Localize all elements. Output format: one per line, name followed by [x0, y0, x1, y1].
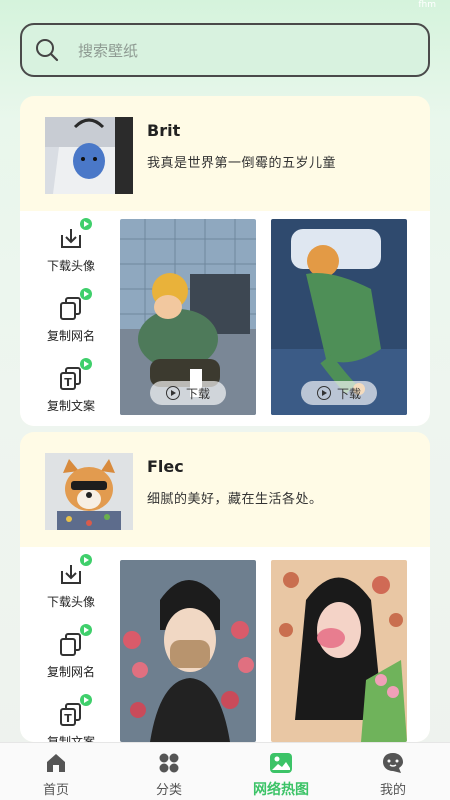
action-label: 复制网名: [46, 665, 95, 679]
copy-name-button[interactable]: 复制网名: [36, 288, 106, 344]
svg-text:T: T: [64, 712, 72, 725]
search-placeholder[interactable]: 搜索壁纸: [78, 40, 138, 61]
download-icon: [56, 218, 92, 253]
post-body: 下载头像 复制网名 T 复制文案: [20, 211, 430, 426]
copy-text-button[interactable]: T 复制文案: [36, 694, 106, 742]
action-label: 复制网名: [46, 329, 95, 343]
search-bar[interactable]: 搜索壁纸: [20, 23, 430, 77]
action-label: 复制文案: [46, 399, 95, 413]
play-badge-icon: [80, 288, 92, 300]
action-label: 复制文案: [46, 735, 95, 742]
play-badge-icon: [80, 358, 92, 370]
copy-icon: [56, 624, 92, 659]
download-avatar-button[interactable]: 下载头像: [36, 554, 106, 610]
post-card: Brit 我真是世界第一倒霉的五岁儿童 下载头像 复制网名 T 复制文案 下载 …: [20, 96, 430, 426]
copy-icon: [56, 288, 92, 323]
play-badge-icon: [80, 694, 92, 706]
action-label: 下载头像: [46, 259, 95, 273]
download-label: 下载: [336, 386, 361, 401]
download-avatar-button[interactable]: 下载头像: [36, 218, 106, 274]
author-name: Flec: [147, 457, 184, 476]
chat-bubble-icon: [381, 751, 405, 775]
svg-text:T: T: [64, 376, 72, 389]
avatar[interactable]: [45, 453, 133, 530]
tab-category[interactable]: 分类: [124, 751, 214, 798]
author-quote: 我真是世界第一倒霉的五岁儿童: [147, 156, 337, 171]
image-icon: [269, 751, 293, 775]
download-button[interactable]: 下载: [150, 381, 226, 405]
tab-mine[interactable]: 我的: [348, 751, 438, 798]
copy-name-button[interactable]: 复制网名: [36, 624, 106, 680]
author-name: Brit: [147, 121, 181, 140]
home-icon: [44, 751, 68, 775]
download-button[interactable]: 下载: [301, 381, 377, 405]
copy-text-button[interactable]: T 复制文案: [36, 358, 106, 414]
action-label: 下载头像: [46, 595, 95, 609]
post-body: 下载头像 复制网名 T 复制文案: [20, 547, 430, 742]
download-icon: [56, 554, 92, 589]
tab-label: 网络热图: [253, 782, 309, 798]
post-header: Brit 我真是世界第一倒霉的五岁儿童: [20, 96, 430, 211]
grid-icon: [157, 751, 181, 775]
wallpaper-thumbnail[interactable]: 下载: [271, 219, 407, 415]
wallpaper-thumbnail[interactable]: 下载: [120, 219, 256, 415]
copy-text-icon: T: [56, 694, 92, 729]
tab-label: 我的: [379, 783, 406, 798]
play-badge-icon: [80, 624, 92, 636]
play-icon: [316, 386, 331, 400]
post-card: Flec 细腻的美好，藏在生活各处。 下载头像 复制网名 T 复制文案: [20, 432, 430, 742]
download-label: 下载: [185, 386, 210, 401]
avatar[interactable]: [45, 117, 133, 194]
bottom-tab-bar: 首页 分类 网络热图 我的: [0, 742, 450, 800]
tab-label: 分类: [155, 783, 182, 798]
play-badge-icon: [80, 218, 92, 230]
author-quote: 细腻的美好，藏在生活各处。: [147, 492, 323, 507]
wallpaper-thumbnail[interactable]: [271, 560, 407, 742]
post-header: Flec 细腻的美好，藏在生活各处。: [20, 432, 430, 547]
search-icon: [36, 39, 59, 62]
tab-label: 首页: [42, 783, 69, 798]
wallpaper-thumbnail[interactable]: [120, 560, 256, 742]
play-badge-icon: [80, 554, 92, 566]
play-icon: [165, 386, 180, 400]
copy-text-icon: T: [56, 358, 92, 393]
watermark: fhm: [418, 0, 436, 10]
tab-home[interactable]: 首页: [11, 751, 101, 798]
tab-hot-images[interactable]: 网络热图: [236, 751, 326, 799]
